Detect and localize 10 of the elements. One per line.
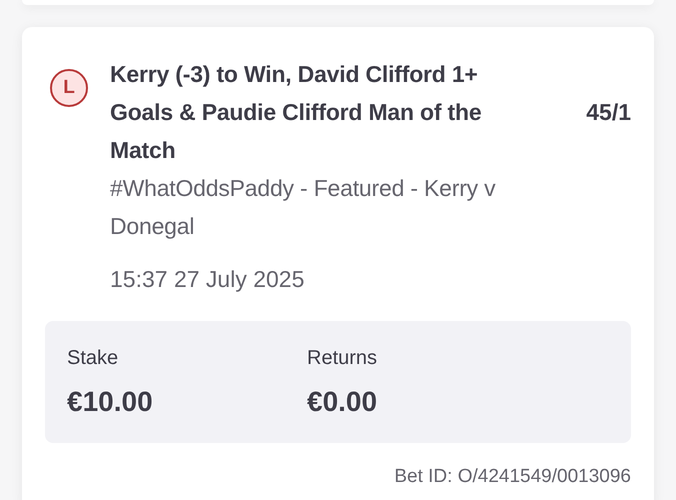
result-badge: L [50, 69, 88, 107]
selection-title: Kerry (-3) to Win, David Clifford 1+ Goals & Paudie Clifford Man of the Match [110, 60, 482, 165]
returns-amount: €0.00 [307, 384, 378, 418]
market-name: #WhatOddsPaddy - Featured - Kerry v Donegal [110, 174, 496, 241]
odds: 45/1 [586, 98, 631, 127]
stake-amount: €10.00 [67, 384, 154, 418]
stake-label: Stake [67, 346, 120, 370]
placed-date: 15:37 27 July 2025 [110, 265, 306, 294]
returns-label: Returns [307, 346, 378, 370]
bet-id: Bet ID: O/4241549/0013096 [393, 464, 631, 488]
